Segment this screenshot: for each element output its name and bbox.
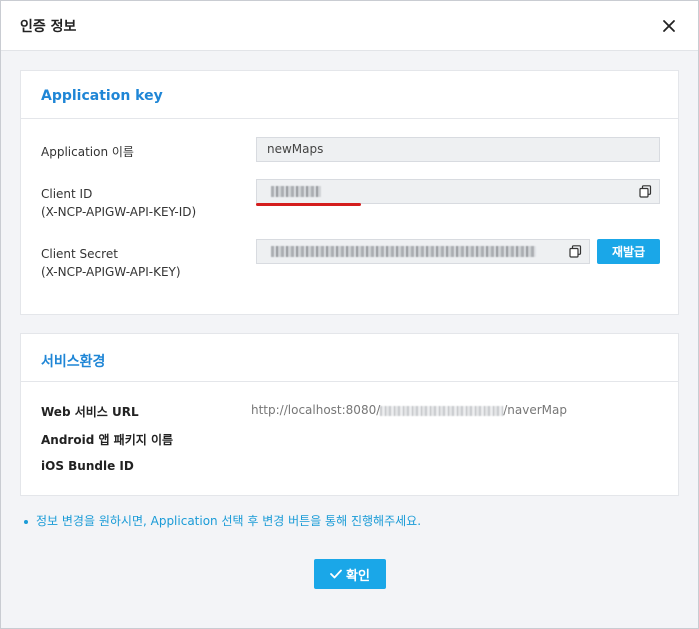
web-url-suffix: /naverMap [503,403,568,417]
application-key-card: Application key Application 이름 newMaps C… [20,70,679,315]
confirm-button[interactable]: 확인 [314,559,386,589]
client-secret-header-label: (X-NCP-APIGW-API-KEY) [41,265,181,279]
ios-bundle-label: iOS Bundle ID [41,459,134,473]
client-secret-label: Client Secret [41,247,118,261]
app-name-field: newMaps [256,137,660,162]
red-annotation-underline [256,203,361,206]
check-icon [330,569,342,579]
card-divider [21,381,678,382]
masked-client-secret [271,246,536,257]
application-key-title: Application key [41,88,163,104]
client-secret-field [256,239,590,264]
confirm-label: 확인 [346,568,370,584]
masked-client-id [271,186,321,197]
app-name-label: Application 이름 [41,145,134,159]
service-environment-card: 서비스환경 Web 서비스 URL http://localhost:8080/… [20,333,679,496]
client-id-header-label: (X-NCP-APIGW-API-KEY-ID) [41,205,197,219]
copy-icon[interactable] [569,245,582,258]
web-url-value: http://localhost:8080/ /naverMap [251,403,567,417]
web-url-label: Web 서비스 URL [41,405,139,419]
reissue-button[interactable]: 재발급 [597,239,660,264]
service-environment-title: 서비스환경 [41,354,106,370]
web-url-prefix: http://localhost:8080/ [251,403,381,417]
info-note-text: 정보 변경을 원하시면, Application 선택 후 변경 버튼을 통해 … [36,514,422,528]
info-note: 정보 변경을 원하시면, Application 선택 후 변경 버튼을 통해 … [24,512,421,529]
close-icon[interactable] [661,18,677,34]
auth-info-dialog: 인증 정보 Application key Application 이름 new… [0,0,699,629]
android-package-label: Android 앱 패키지 이름 [41,433,174,447]
client-id-label: Client ID [41,187,93,201]
client-id-field [256,179,660,204]
bullet-icon [24,519,28,524]
card-divider [21,118,678,119]
dialog-header: 인증 정보 [1,1,698,51]
copy-icon[interactable] [639,185,652,198]
dialog-title: 인증 정보 [20,19,77,35]
masked-url-path [380,405,504,416]
